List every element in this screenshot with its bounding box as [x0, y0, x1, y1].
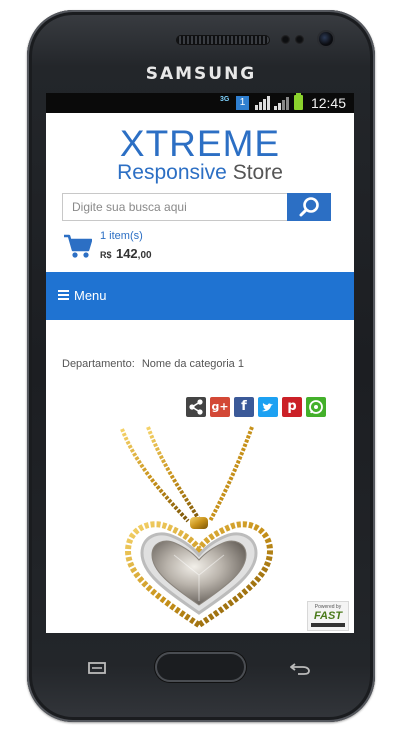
- hamburger-icon: [58, 290, 69, 300]
- proximity-sensor: [281, 35, 290, 44]
- clock: 12:45: [310, 95, 346, 111]
- share-icon[interactable]: [186, 397, 206, 417]
- wifi-signal-icon: [255, 96, 271, 110]
- facebook-icon[interactable]: f: [234, 397, 254, 417]
- powered-by-badge[interactable]: Powered by FAST: [307, 601, 349, 631]
- store-logo[interactable]: XTREME Responsive Store: [46, 125, 354, 184]
- cell-signal-icon: [274, 96, 290, 110]
- logo-responsive-text: Responsive: [117, 161, 227, 184]
- fast-logo-bar: [311, 623, 345, 627]
- cart-summary[interactable]: 1 item(s) R$ 142,00: [64, 229, 264, 263]
- breadcrumb-label: Departamento:: [62, 358, 135, 370]
- notification-badge: 1: [236, 96, 249, 110]
- whatsapp-icon[interactable]: [306, 397, 326, 417]
- front-camera: [319, 32, 333, 46]
- battery-icon: [294, 93, 303, 110]
- cart-amount: 142: [115, 246, 138, 261]
- back-key-icon[interactable]: [288, 660, 312, 676]
- cart-total: R$ 142,00: [100, 245, 152, 263]
- logo-title: XTREME: [119, 123, 281, 164]
- pinterest-icon[interactable]: p: [282, 397, 302, 417]
- menu-bar[interactable]: Menu: [46, 272, 354, 320]
- device-brand: SAMSUNG: [145, 64, 257, 84]
- menu-label: Menu: [74, 288, 107, 303]
- cart-item-count: 1 item(s): [100, 230, 143, 242]
- fast-logo-text: FAST: [313, 610, 343, 622]
- recent-apps-key-icon[interactable]: [86, 660, 108, 676]
- search-button[interactable]: [287, 193, 331, 221]
- cart-currency: R$: [100, 250, 112, 260]
- product-image[interactable]: [114, 425, 279, 633]
- breadcrumb: Departamento: Nome da categoria 1: [62, 358, 244, 370]
- cart-cents: ,00: [137, 250, 152, 261]
- earpiece-speaker: [177, 36, 269, 44]
- light-sensor: [295, 35, 304, 44]
- breadcrumb-category[interactable]: Nome da categoria 1: [142, 358, 244, 370]
- search-input[interactable]: [62, 193, 287, 221]
- network-type: 3G: [220, 96, 230, 103]
- phone-screen: 3G 1 12:45 XTREME Responsive Store Digit…: [46, 93, 354, 633]
- shopping-cart-icon: [64, 234, 92, 258]
- logo-subtitle: Responsive Store: [46, 162, 354, 184]
- search-icon: [299, 197, 319, 217]
- twitter-icon[interactable]: [258, 397, 278, 417]
- home-button[interactable]: [155, 652, 246, 682]
- google-plus-icon[interactable]: g+: [210, 397, 230, 417]
- logo-store-text: Store: [232, 161, 283, 184]
- status-bar: 3G 1 12:45: [46, 93, 354, 113]
